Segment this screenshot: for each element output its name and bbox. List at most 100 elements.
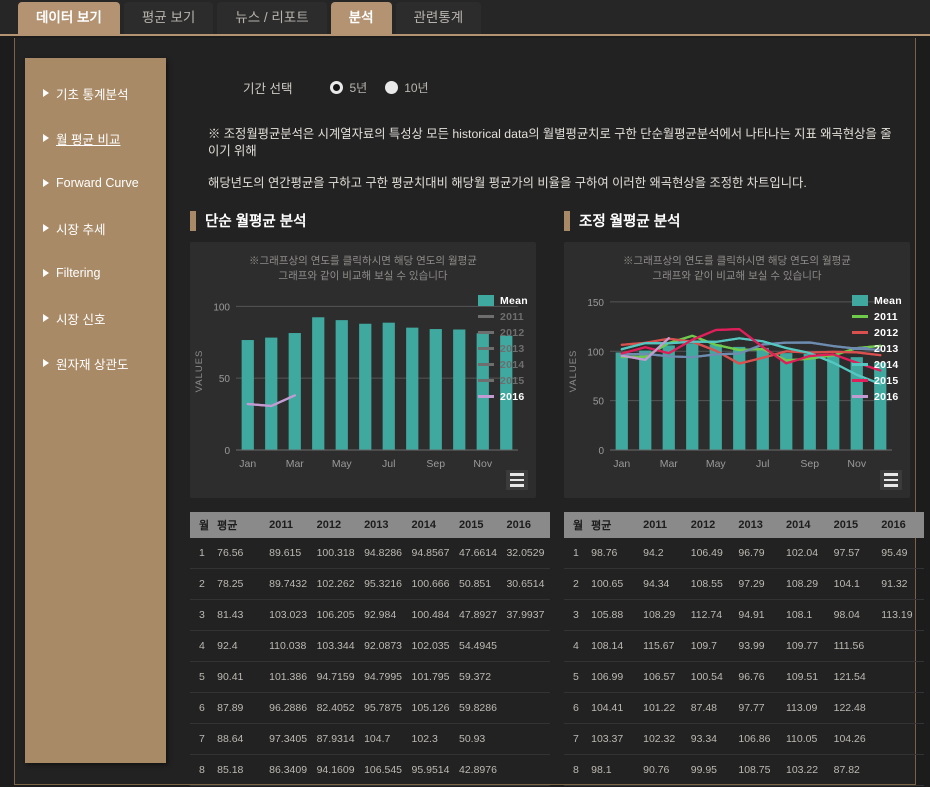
legend-item-2013[interactable]: 2013 bbox=[851, 342, 902, 356]
sidebar-item-4[interactable]: Filtering bbox=[25, 254, 166, 292]
burger-line bbox=[884, 478, 898, 482]
tab-2[interactable]: 뉴스 / 리포트 bbox=[217, 2, 327, 34]
tab-4[interactable]: 관련통계 bbox=[395, 2, 482, 34]
tab-0[interactable]: 데이터 보기 bbox=[18, 2, 120, 34]
column-header: 2015 bbox=[455, 511, 503, 538]
sidebar-item-label: 시장 추세 bbox=[56, 222, 106, 237]
period-radio-1[interactable] bbox=[385, 80, 399, 94]
svg-text:150: 150 bbox=[587, 298, 604, 309]
table-cell: 7 bbox=[564, 723, 588, 756]
table-cell: 100.65 bbox=[587, 568, 640, 601]
svg-text:Nov: Nov bbox=[847, 458, 866, 470]
table-cell: 8 bbox=[190, 754, 214, 787]
sidebar-item-2[interactable]: Forward Curve bbox=[25, 164, 166, 202]
legend-item-2015[interactable]: 2015 bbox=[477, 374, 528, 388]
table-cell: 87.9314 bbox=[312, 723, 361, 756]
table-cell: 94.7995 bbox=[360, 661, 408, 694]
table-cell: 103.22 bbox=[782, 754, 830, 787]
legend-label-2011: 2011 bbox=[873, 310, 898, 323]
simple-average-column: 단순 월평균 분석 ※그래프상의 연도를 클릭하시면 해당 연도의 월평균 그래… bbox=[190, 208, 550, 787]
svg-text:VALUES: VALUES bbox=[568, 350, 579, 393]
svg-text:50: 50 bbox=[219, 374, 231, 385]
tab-1[interactable]: 평균 보기 bbox=[123, 2, 214, 34]
table-row: 3 105.88 108.29 112.74 94.91 108.1 98.04 113.19 bbox=[564, 599, 924, 632]
table-row: 2 100.65 94.34 108.55 97.29 108.29 104.1 91.32 bbox=[564, 568, 924, 601]
legend-item-2014[interactable]: 2014 bbox=[477, 358, 528, 372]
legend-item-2016[interactable]: 2016 bbox=[851, 390, 902, 404]
column-header: 2012 bbox=[686, 511, 735, 538]
table-cell: 87.48 bbox=[686, 692, 735, 725]
legend-item-2011[interactable]: 2011 bbox=[851, 310, 902, 324]
sidebar-item-label: Filtering bbox=[56, 266, 101, 280]
table-cell: 95.7875 bbox=[360, 692, 408, 725]
sidebar-item-label: 시장 신호 bbox=[56, 312, 106, 327]
legend-item-mean[interactable]: Mean bbox=[851, 294, 902, 308]
legend-label-2016: 2016 bbox=[873, 390, 899, 403]
adjusted-chart-hint: ※그래프상의 연도를 클릭하시면 해당 연도의 월평균 그래프와 같이 비교해 … bbox=[564, 242, 910, 284]
simple-chart-hint: ※그래프상의 연도를 클릭하시면 해당 연도의 월평균 그래프와 같이 비교해 … bbox=[190, 242, 536, 284]
svg-text:Mar: Mar bbox=[660, 458, 679, 470]
period-radio-0[interactable] bbox=[330, 80, 344, 94]
legend-item-2014[interactable]: 2014 bbox=[851, 358, 902, 372]
legend-item-2011[interactable]: 2011 bbox=[477, 310, 528, 324]
legend-item-2016[interactable]: 2016 bbox=[477, 390, 528, 404]
sidebar-item-6[interactable]: 원자재 상관도 bbox=[25, 344, 166, 382]
table-cell: 99.95 bbox=[686, 754, 735, 787]
sidebar-item-1[interactable]: 월 평균 비교 bbox=[25, 119, 166, 157]
legend-swatch-2011 bbox=[851, 315, 868, 319]
table-cell bbox=[877, 630, 924, 663]
table-cell: 6 bbox=[190, 692, 214, 725]
svg-text:Jul: Jul bbox=[756, 458, 769, 470]
period-radio-group: 5년 10년 bbox=[330, 79, 446, 96]
column-header: 월 bbox=[564, 511, 588, 538]
table-cell: 102.035 bbox=[407, 630, 455, 663]
table-cell: 47.8927 bbox=[455, 599, 503, 632]
table-cell: 93.34 bbox=[686, 723, 735, 756]
table-cell: 94.8286 bbox=[360, 537, 408, 570]
hamburger-menu-icon[interactable] bbox=[880, 469, 902, 490]
sidebar-item-3[interactable]: 시장 추세 bbox=[25, 209, 166, 247]
simple-average-legend: Mean 2011 2012 2013 2014 2015 2016 bbox=[477, 294, 528, 404]
legend-label-2015: 2015 bbox=[499, 374, 525, 387]
legend-label-2016: 2016 bbox=[499, 390, 525, 403]
sidebar-item-label: 기초 통계분석 bbox=[56, 87, 129, 102]
title-accent-bar bbox=[564, 210, 570, 231]
table-cell: 50.851 bbox=[455, 568, 503, 601]
table-cell: 8 bbox=[564, 754, 588, 787]
hamburger-menu-icon[interactable] bbox=[506, 469, 528, 490]
table-cell: 103.37 bbox=[587, 723, 640, 756]
table-cell: 94.8567 bbox=[407, 537, 455, 570]
svg-text:Mar: Mar bbox=[286, 458, 305, 470]
legend-item-2012[interactable]: 2012 bbox=[477, 326, 528, 340]
svg-text:0: 0 bbox=[224, 446, 230, 457]
tab-3[interactable]: 분석 bbox=[330, 2, 392, 34]
table-cell: 106.205 bbox=[312, 599, 361, 632]
table-cell: 98.04 bbox=[829, 599, 878, 632]
table-cell: 108.29 bbox=[782, 568, 830, 601]
table-cell: 5 bbox=[564, 661, 588, 694]
legend-item-2013[interactable]: 2013 bbox=[477, 342, 528, 356]
table-cell: 97.3405 bbox=[265, 723, 313, 756]
legend-item-2015[interactable]: 2015 bbox=[851, 374, 902, 388]
table-cell: 106.99 bbox=[587, 661, 640, 694]
table-cell: 94.2 bbox=[639, 537, 687, 570]
sidebar-item-5[interactable]: 시장 신호 bbox=[25, 299, 166, 337]
legend-item-2012[interactable]: 2012 bbox=[851, 326, 902, 340]
table-cell: 104.7 bbox=[360, 723, 408, 756]
column-header: 평균 bbox=[213, 511, 266, 538]
analysis-sidebar: 기초 통계분석월 평균 비교 Forward Curve 시장 추세 Filterin… bbox=[25, 58, 166, 763]
triangle-right-icon bbox=[43, 359, 49, 367]
table-cell: 5 bbox=[190, 661, 214, 694]
table-cell: 87.89 bbox=[213, 692, 266, 725]
table-cell: 105.88 bbox=[587, 599, 640, 632]
legend-item-mean[interactable]: Mean bbox=[477, 294, 528, 308]
table-cell: 101.795 bbox=[407, 661, 455, 694]
table-cell bbox=[877, 754, 924, 787]
table-cell: 32.0529 bbox=[502, 537, 550, 570]
description-note: ※ 조정월평균분석은 시계열자료의 특성상 모든 historical data… bbox=[208, 126, 898, 192]
table-header-row: 월 평균 2011 2012 2013 2014 2015 2016 bbox=[190, 511, 550, 538]
sidebar-item-0[interactable]: 기초 통계분석 bbox=[25, 74, 166, 112]
charts-columns: 단순 월평균 분석 ※그래프상의 연도를 클릭하시면 해당 연도의 월평균 그래… bbox=[190, 208, 924, 787]
table-cell: 104.41 bbox=[587, 692, 640, 725]
table-cell: 108.55 bbox=[686, 568, 735, 601]
